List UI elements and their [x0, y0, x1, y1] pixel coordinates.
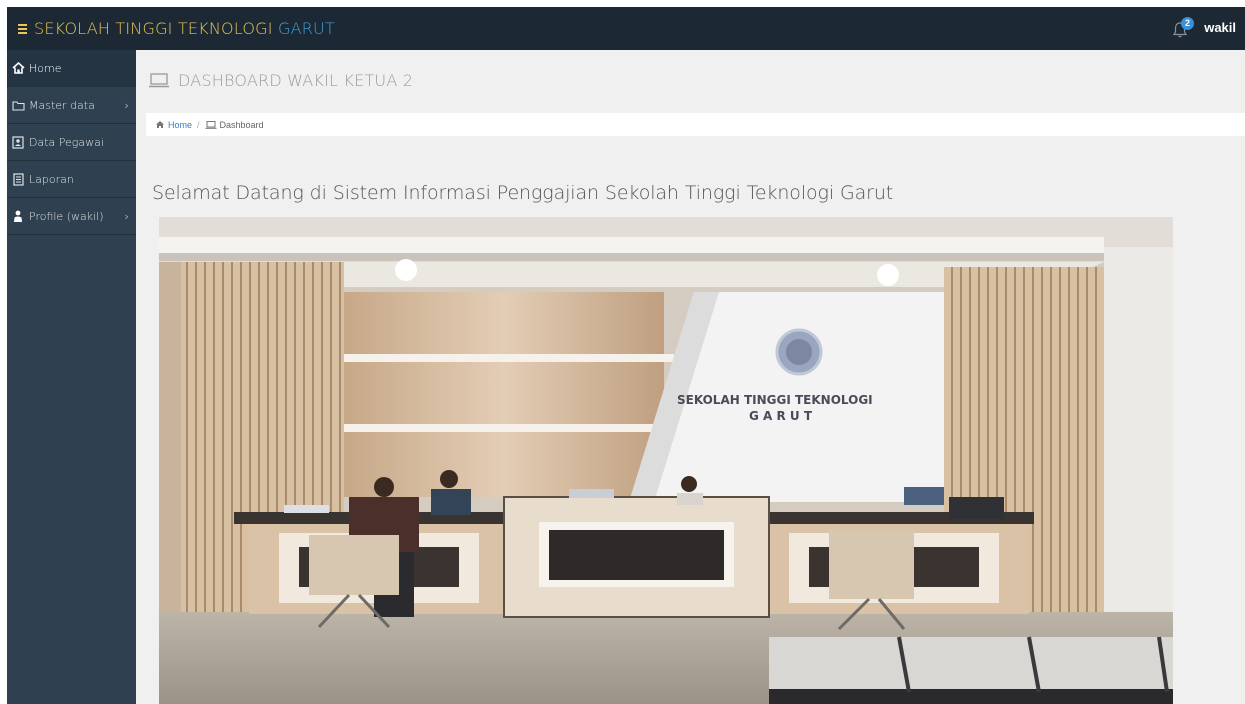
address-book-icon: [11, 135, 25, 149]
brand-title[interactable]: SEKOLAH TINGGI TEKNOLOGI GARUT: [34, 19, 335, 38]
sidebar-item-master-data[interactable]: Master data ›: [7, 87, 136, 124]
breadcrumb-separator: /: [197, 119, 200, 130]
laptop-icon: [205, 120, 217, 129]
breadcrumb-current: Dashboard: [205, 120, 264, 130]
notification-badge: 2: [1181, 17, 1194, 30]
sidebar: Home Master data › Data Pegawai Laporan: [7, 50, 136, 704]
page-header: DASHBOARD WAKIL KETUA 2: [148, 71, 413, 90]
user-menu[interactable]: wakil: [1204, 20, 1236, 35]
report-icon: [11, 172, 25, 186]
laptop-icon: [148, 73, 170, 88]
brand-name: SEKOLAH TINGGI TEKNOLOGI: [34, 19, 273, 38]
sidebar-item-label: Profile (wakil): [29, 209, 104, 223]
notification-bell-icon[interactable]: 2: [1172, 17, 1194, 41]
sidebar-item-profile[interactable]: Profile (wakil) ›: [7, 198, 136, 235]
app-window: SEKOLAH TINGGI TEKNOLOGI GARUT 2 wakil H…: [7, 7, 1245, 704]
page-title: DASHBOARD WAKIL KETUA 2: [178, 71, 414, 90]
brand-city: GARUT: [277, 19, 335, 38]
welcome-heading: Selamat Datang di Sistem Informasi Pengg…: [152, 182, 894, 204]
menu-toggle-icon[interactable]: [16, 18, 34, 38]
chevron-right-icon: ›: [124, 99, 129, 112]
breadcrumb-current-label: Dashboard: [219, 119, 264, 130]
sidebar-item-label: Laporan: [29, 172, 74, 186]
lobby-photo: SEKOLAH TINGGI TEKNOLOGI G A R U T: [159, 217, 1173, 704]
chevron-right-icon: ›: [124, 210, 129, 223]
sidebar-item-data-pegawai[interactable]: Data Pegawai: [7, 124, 136, 161]
breadcrumb: Home / Dashboard: [146, 113, 1245, 136]
breadcrumb-home-label: Home: [168, 119, 193, 130]
sidebar-item-label: Master data: [29, 98, 95, 112]
user-icon: [11, 209, 25, 223]
sign-text-city: G A R U T: [749, 409, 813, 423]
top-navbar: SEKOLAH TINGGI TEKNOLOGI GARUT 2 wakil: [7, 7, 1245, 50]
sign-text: SEKOLAH TINGGI TEKNOLOGI: [677, 393, 873, 407]
main-content: DASHBOARD WAKIL KETUA 2 Home / Dashboard…: [136, 50, 1245, 704]
sidebar-item-label: Data Pegawai: [29, 135, 104, 149]
home-icon: [11, 61, 25, 75]
sidebar-item-laporan[interactable]: Laporan: [7, 161, 136, 198]
sidebar-item-label: Home: [29, 61, 62, 75]
breadcrumb-home-link[interactable]: Home: [155, 120, 192, 130]
folder-icon: [11, 98, 25, 112]
home-icon: [156, 121, 164, 128]
sidebar-item-home[interactable]: Home: [7, 50, 136, 87]
